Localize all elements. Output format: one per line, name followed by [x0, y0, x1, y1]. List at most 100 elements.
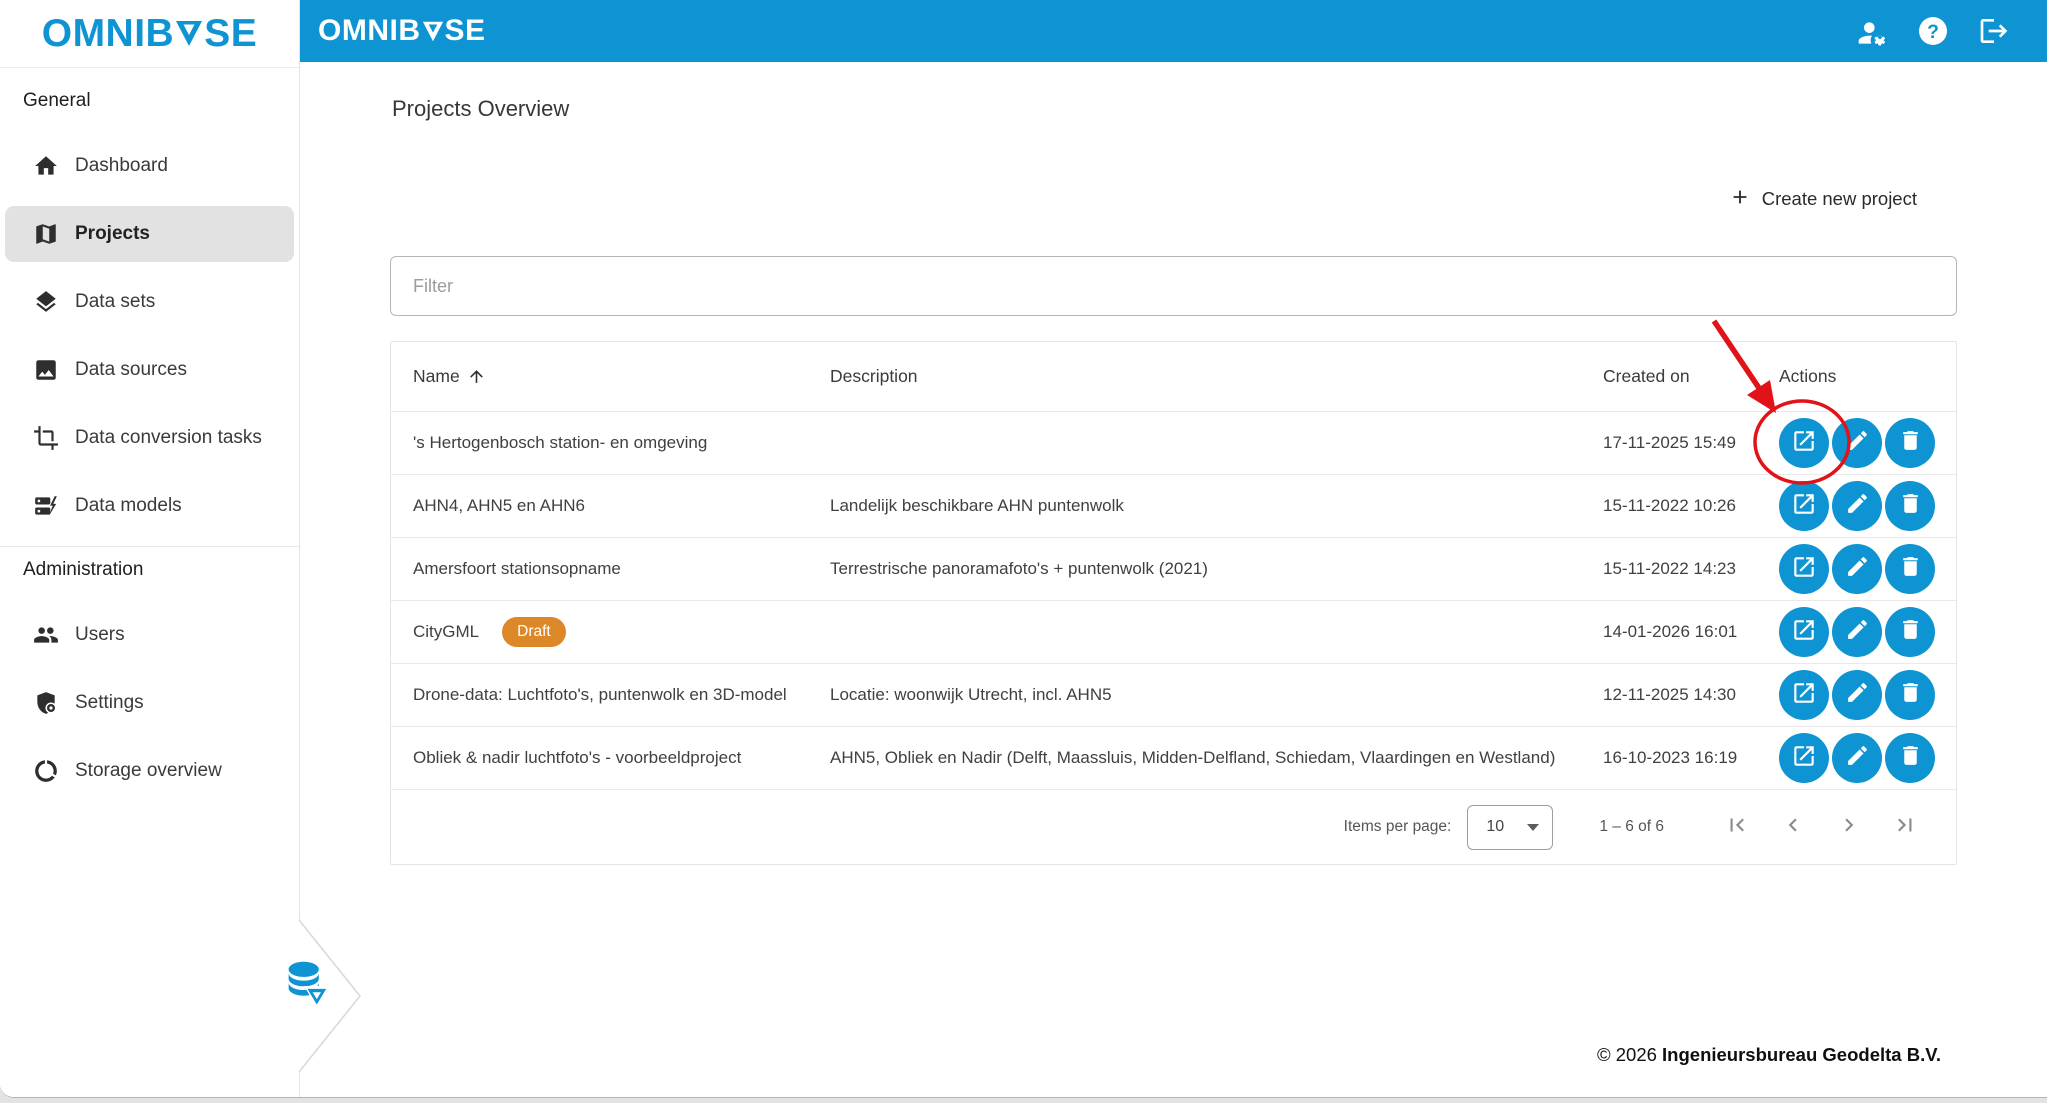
sidebar-section-general: General	[23, 90, 299, 112]
next-page-button[interactable]	[1836, 814, 1862, 840]
sidebar-item-dashboard[interactable]: Dashboard	[5, 138, 294, 194]
delete-project-button[interactable]	[1885, 481, 1935, 531]
sidebar-item-storage-overview[interactable]: Storage overview	[5, 743, 294, 799]
open-in-new-icon	[1791, 554, 1817, 585]
edit-project-button[interactable]	[1832, 418, 1882, 468]
column-header-description[interactable]: Description	[830, 366, 1603, 387]
svg-text:?: ?	[1927, 22, 1939, 43]
sidebar-edge-decoration	[239, 900, 361, 1098]
open-project-button[interactable]	[1779, 607, 1829, 657]
project-name: CityGML	[413, 622, 479, 642]
filter-input[interactable]	[390, 256, 1957, 316]
open-project-button[interactable]	[1779, 418, 1829, 468]
sidebar-item-data-sources[interactable]: Data sources	[5, 342, 294, 398]
sidebar-item-label: Users	[75, 624, 125, 646]
sidebar-item-label: Dashboard	[75, 155, 168, 177]
project-name-cell: Drone-data: Luchtfoto's, puntenwolk en 3…	[391, 685, 830, 705]
project-created-cell: 16-10-2023 16:19	[1603, 748, 1779, 768]
help-button[interactable]: ?	[1916, 14, 1950, 48]
open-in-new-icon	[1791, 680, 1817, 711]
app-window: OMNIB SE General Dashboard Projects	[0, 0, 2047, 1098]
storage-bolt-icon	[33, 493, 59, 519]
table-header-row: Name Description Created on Actions	[391, 342, 1956, 411]
edit-icon	[1845, 428, 1870, 458]
project-created-cell: 15-11-2022 10:26	[1603, 496, 1779, 516]
project-name-cell: Obliek & nadir luchtfoto's - voorbeeldpr…	[391, 748, 830, 768]
project-description-cell: AHN5, Obliek en Nadir (Delft, Maassluis,…	[830, 748, 1603, 768]
project-actions-cell	[1779, 733, 1956, 783]
open-project-button[interactable]	[1779, 670, 1829, 720]
sidebar-item-data-conversion-tasks[interactable]: Data conversion tasks	[5, 410, 294, 466]
page-title: Projects Overview	[392, 96, 569, 122]
project-description-cell: Locatie: woonwijk Utrecht, incl. AHN5	[830, 685, 1603, 705]
previous-page-icon	[1780, 812, 1806, 843]
first-page-button[interactable]	[1724, 814, 1750, 840]
delete-project-button[interactable]	[1885, 607, 1935, 657]
edit-project-button[interactable]	[1832, 733, 1882, 783]
first-page-icon	[1724, 812, 1750, 843]
project-description-cell: Landelijk beschikbare AHN puntenwolk	[830, 496, 1603, 516]
shield-settings-icon	[33, 690, 59, 716]
sidebar-item-settings[interactable]: Settings	[5, 675, 294, 731]
last-page-button[interactable]	[1892, 814, 1918, 840]
brand-triangle-icon	[422, 21, 444, 42]
projects-table: Name Description Created on Actions 's H…	[390, 341, 1957, 865]
user-settings-button[interactable]	[1855, 14, 1889, 48]
sidebar-item-data-models[interactable]: Data models	[5, 478, 294, 534]
logout-button[interactable]	[1977, 14, 2011, 48]
delete-project-button[interactable]	[1885, 733, 1935, 783]
open-in-new-icon	[1791, 617, 1817, 648]
open-project-button[interactable]	[1779, 481, 1829, 531]
table-row: 's Hertogenbosch station- en omgeving 17…	[391, 411, 1956, 474]
edit-icon	[1845, 554, 1870, 584]
project-created-cell: 17-11-2025 15:49	[1603, 433, 1779, 453]
help-icon: ?	[1917, 15, 1949, 47]
table-row: Obliek & nadir luchtfoto's - voorbeeldpr…	[391, 726, 1956, 789]
table-row: CityGML Draft 14-01-2026 16:01	[391, 600, 1956, 663]
edit-project-button[interactable]	[1832, 607, 1882, 657]
table-row: Amersfoort stationsopname Terrestrische …	[391, 537, 1956, 600]
manage-accounts-icon	[1856, 15, 1888, 47]
next-page-icon	[1836, 812, 1862, 843]
sidebar-logo-area: OMNIB SE	[0, 0, 299, 68]
project-actions-cell	[1779, 670, 1956, 720]
sidebar-item-label: Data sets	[75, 291, 155, 313]
sidebar-item-users[interactable]: Users	[5, 607, 294, 663]
create-new-project-button[interactable]: Create new project	[1729, 182, 1917, 216]
topbar-icons: ?	[1855, 0, 2011, 62]
delete-project-button[interactable]	[1885, 670, 1935, 720]
sidebar-item-label: Data sources	[75, 359, 187, 381]
layers-icon	[33, 289, 59, 315]
project-description-cell: Terrestrische panoramafoto's + puntenwol…	[830, 559, 1603, 579]
column-header-created-on[interactable]: Created on	[1603, 366, 1779, 387]
column-header-name[interactable]: Name	[391, 366, 830, 387]
brand-text-pre: OMNIB	[42, 12, 175, 56]
open-in-new-icon	[1791, 428, 1817, 459]
topbar: OMNIB SE ?	[300, 0, 2047, 62]
project-name: AHN4, AHN5 en AHN6	[413, 496, 585, 516]
sidebar: OMNIB SE General Dashboard Projects	[0, 0, 300, 1097]
copyright-year: © 2026	[1597, 1044, 1657, 1065]
sidebar-item-data-sets[interactable]: Data sets	[5, 274, 294, 330]
edit-project-button[interactable]	[1832, 670, 1882, 720]
sidebar-item-projects[interactable]: Projects	[5, 206, 294, 262]
delete-project-button[interactable]	[1885, 418, 1935, 468]
pagination-bar: Items per page: 10 1 – 6 of 6	[391, 789, 1956, 864]
topbar-brand-logo[interactable]: OMNIB SE	[318, 14, 486, 48]
sidebar-nav-general: Dashboard Projects Data sets Data source…	[0, 138, 299, 534]
open-project-button[interactable]	[1779, 544, 1829, 594]
brand-logo[interactable]: OMNIB SE	[42, 12, 258, 56]
last-page-icon	[1892, 812, 1918, 843]
delete-icon	[1898, 491, 1923, 521]
previous-page-button[interactable]	[1780, 814, 1806, 840]
open-project-button[interactable]	[1779, 733, 1829, 783]
edit-project-button[interactable]	[1832, 481, 1882, 531]
create-new-project-label: Create new project	[1762, 188, 1917, 210]
project-name-cell: 's Hertogenbosch station- en omgeving	[391, 433, 830, 453]
column-header-actions: Actions	[1779, 366, 1956, 387]
delete-project-button[interactable]	[1885, 544, 1935, 594]
project-name-cell: CityGML Draft	[391, 617, 830, 647]
edit-project-button[interactable]	[1832, 544, 1882, 594]
project-created-cell: 12-11-2025 14:30	[1603, 685, 1779, 705]
items-per-page-select[interactable]: 10	[1467, 805, 1553, 850]
